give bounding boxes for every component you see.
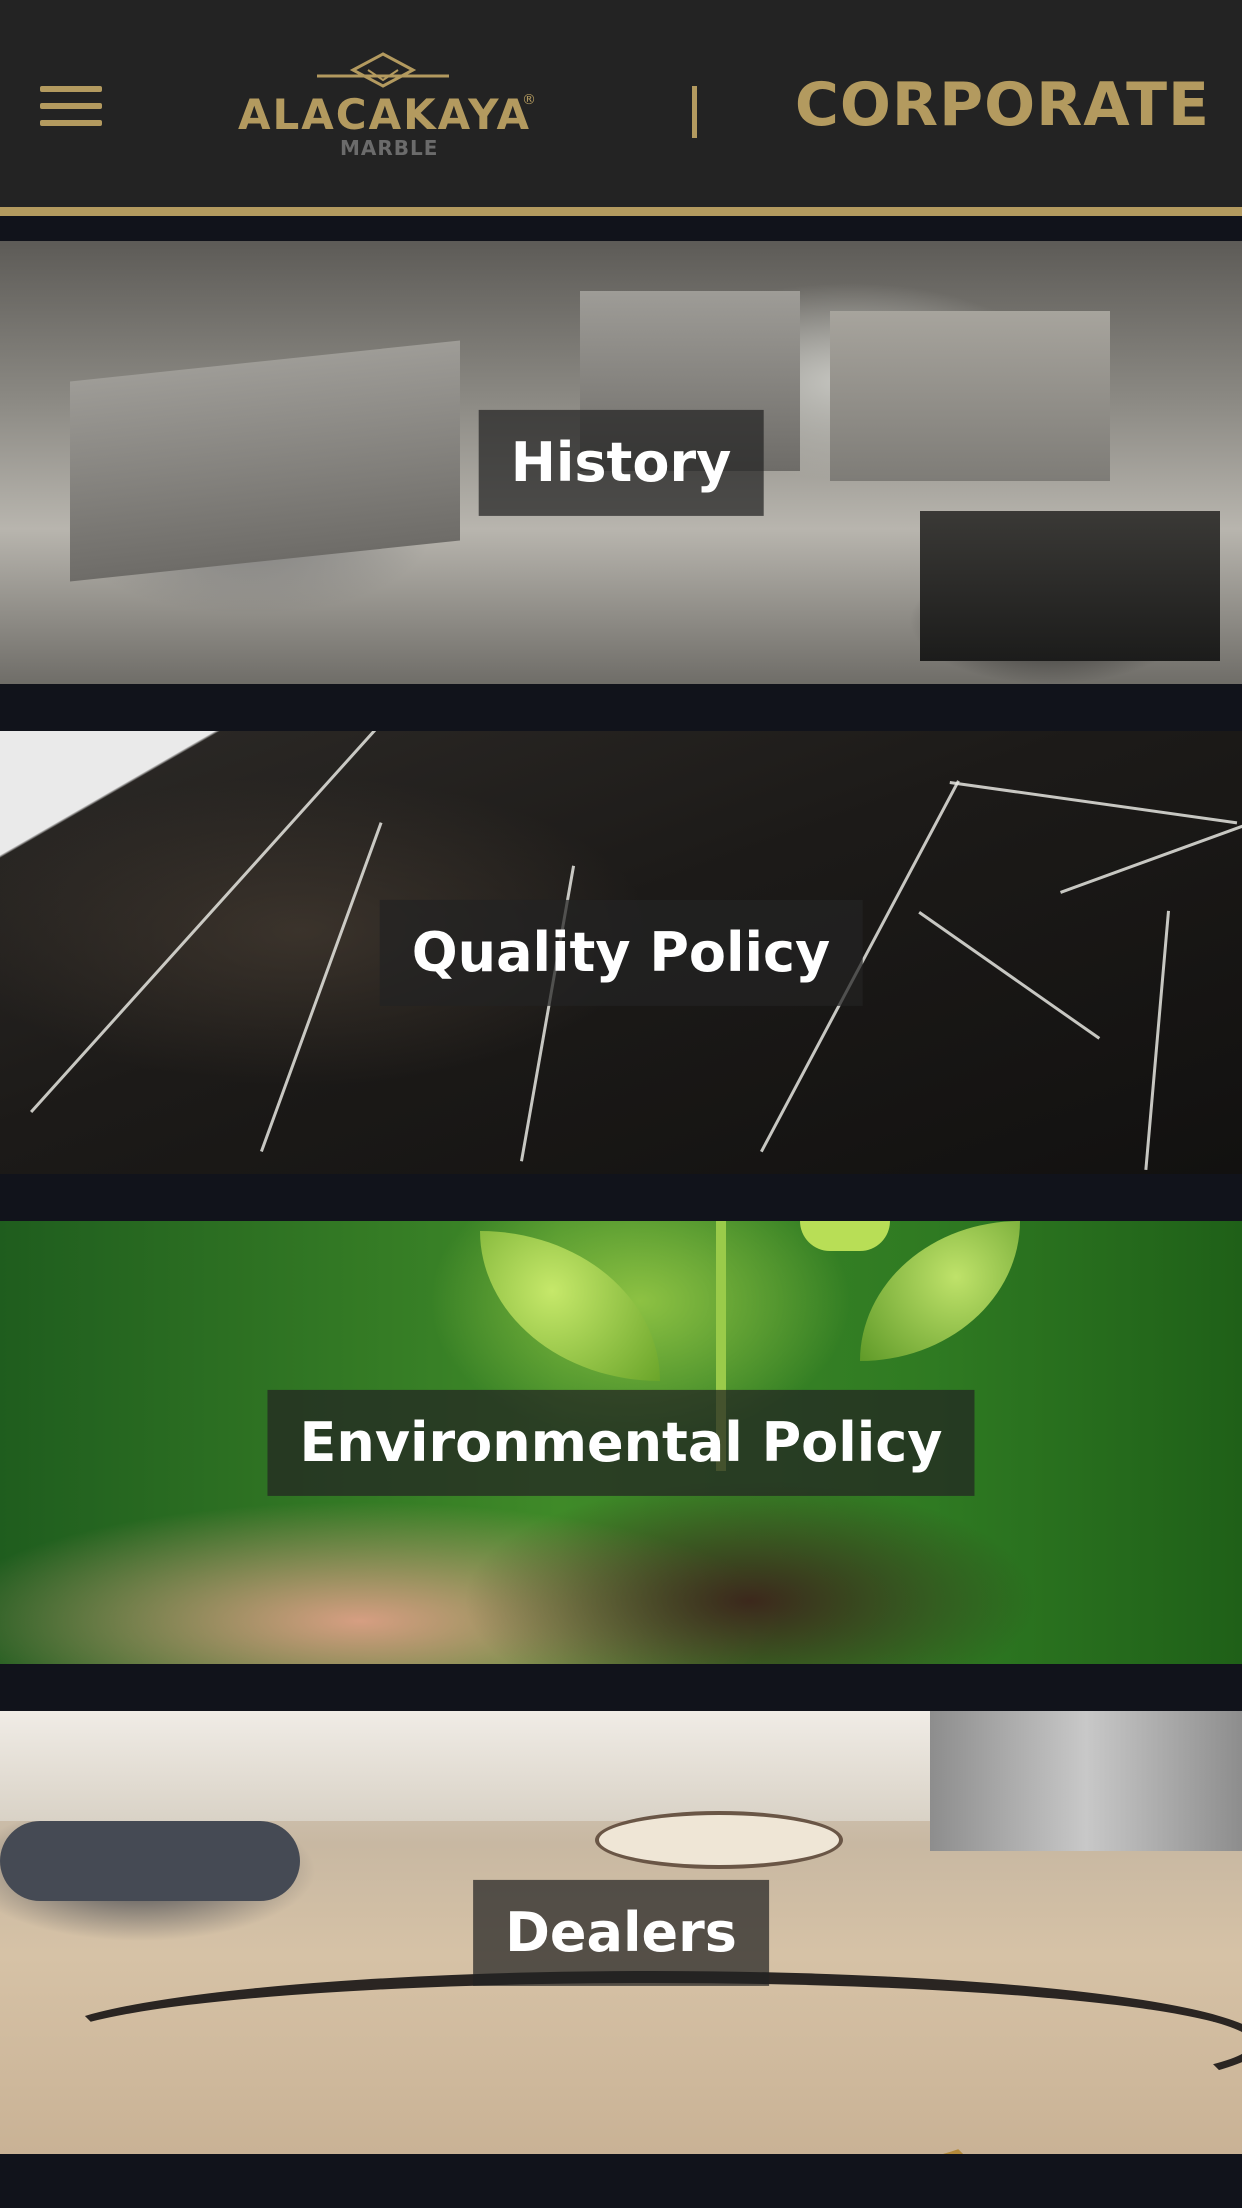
hamburger-menu-icon[interactable] [40, 86, 102, 126]
marble-edge [0, 731, 260, 891]
logo-name: ALACAKAYA [238, 90, 532, 139]
registered-mark: ® [522, 92, 536, 108]
seedling-leaf [800, 1221, 890, 1251]
seedling-leaf [480, 1231, 660, 1381]
card-quality-policy[interactable]: Quality Policy [0, 731, 1242, 1174]
menu-bar [40, 86, 102, 92]
brand-logo[interactable]: ALACAKAYA ® MARBLE [238, 52, 538, 162]
marble-vein [1060, 822, 1242, 894]
header-gold-rule [0, 207, 1242, 216]
marble-block [70, 340, 460, 582]
card-dealers[interactable]: Dealers [0, 1711, 1242, 2154]
lobby-sofa [0, 1821, 300, 1901]
card-label: Environmental Policy [267, 1389, 975, 1496]
truck [920, 511, 1220, 661]
card-environmental-policy[interactable]: Environmental Policy [0, 1221, 1242, 1664]
card-history[interactable]: History [0, 241, 1242, 684]
header-divider [692, 86, 697, 138]
center-table [595, 1811, 843, 1869]
menu-bar [40, 120, 102, 126]
elevator-doors [930, 1711, 1242, 1851]
card-label: Quality Policy [379, 899, 863, 1006]
menu-bar [40, 103, 102, 109]
card-label: Dealers [473, 1879, 769, 1986]
marble-vein [260, 822, 383, 1153]
logo-subtitle: MARBLE [340, 136, 439, 160]
marble-vein [949, 781, 1238, 825]
page-title: CORPORATE [794, 70, 1210, 140]
marble-vein [918, 911, 1101, 1040]
card-label: History [478, 409, 764, 516]
quarry-wall [830, 311, 1110, 481]
marble-vein [1144, 910, 1170, 1171]
seedling-leaf [860, 1221, 1020, 1361]
app-header: ALACAKAYA ® MARBLE CORPORATE [0, 0, 1242, 207]
